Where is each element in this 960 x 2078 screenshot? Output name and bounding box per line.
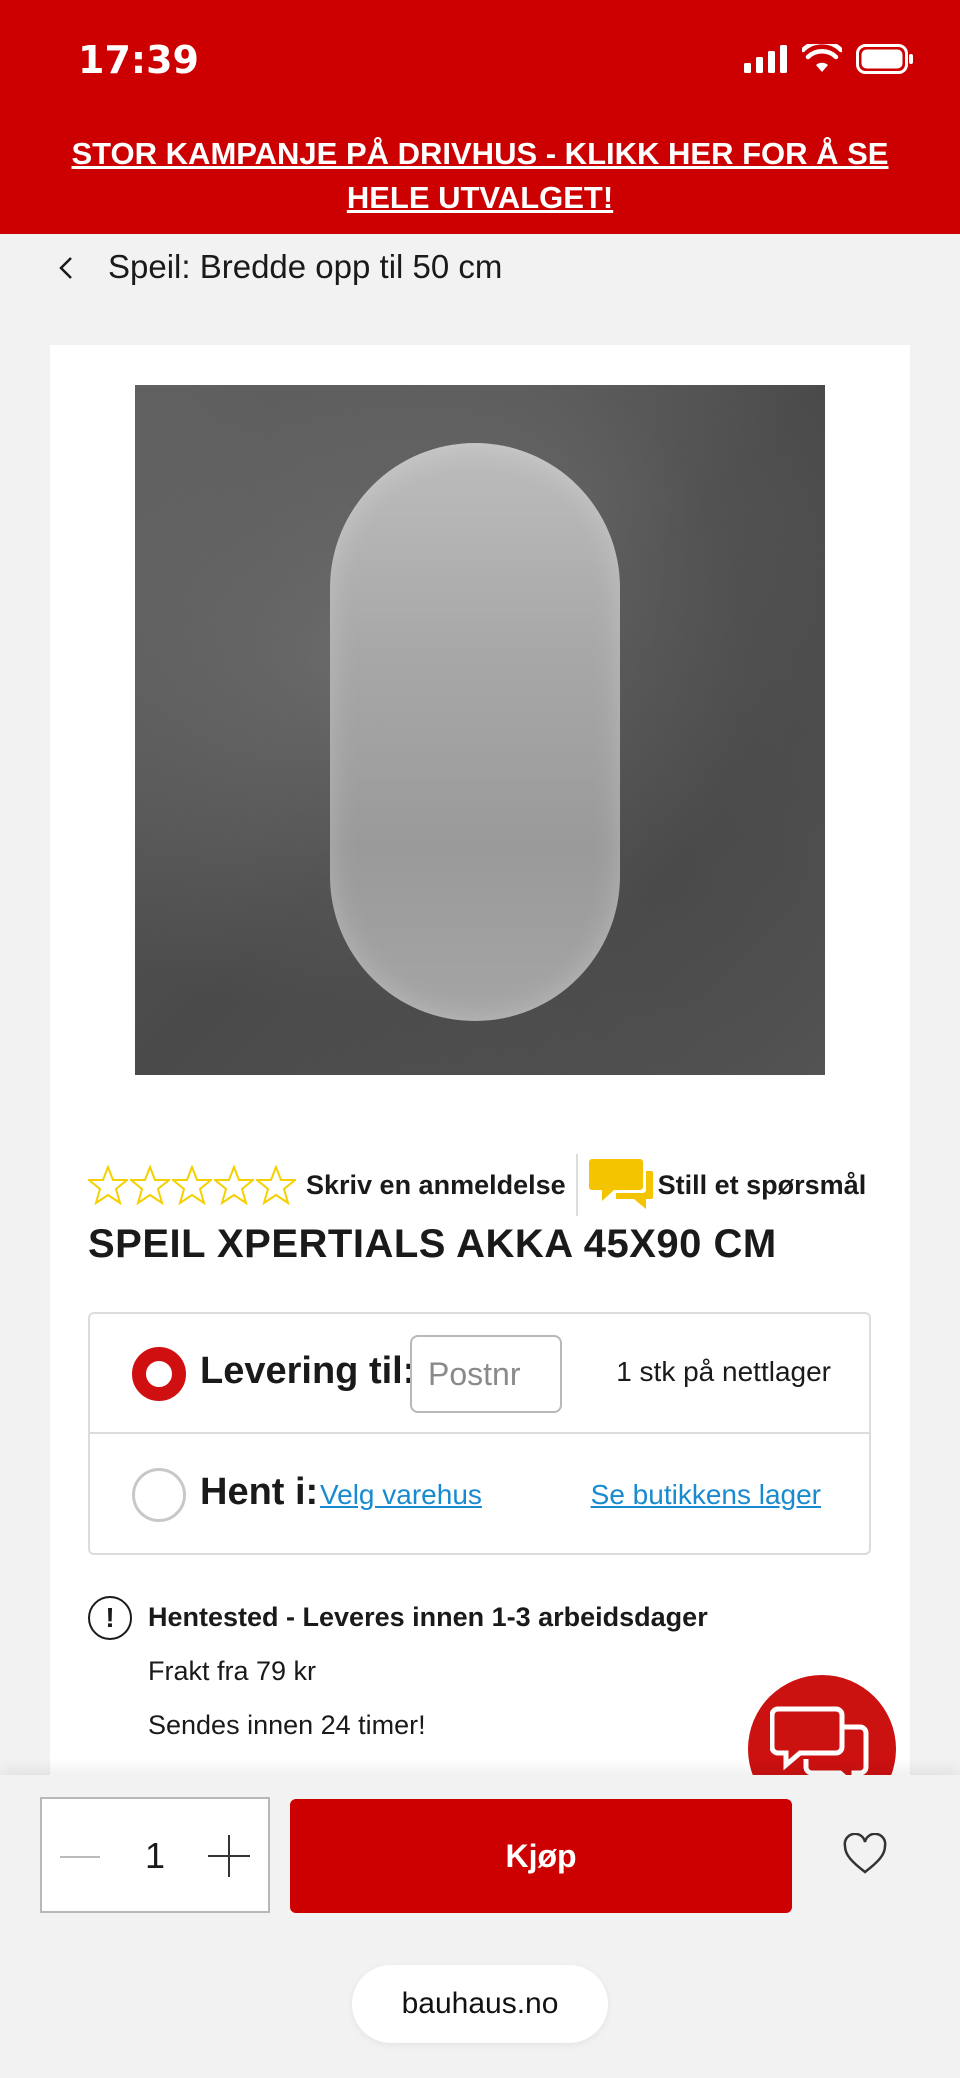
buy-button[interactable]: Kjøp bbox=[290, 1799, 792, 1913]
shipping-cost: Frakt fra 79 kr bbox=[148, 1656, 317, 1686]
star-icon bbox=[88, 1165, 128, 1205]
status-icons bbox=[744, 44, 914, 74]
delivery-option-shipping[interactable]: Levering til: 1 stk på nettlager bbox=[90, 1314, 869, 1434]
plus-icon[interactable] bbox=[208, 1835, 250, 1877]
promo-banner-link[interactable]: STOR KAMPANJE PÅ DRIVHUS - KLIKK HER FOR… bbox=[40, 132, 920, 220]
chat-bubbles-icon[interactable] bbox=[588, 1157, 654, 1213]
write-review-link[interactable]: Skriv en anmeldelse bbox=[306, 1170, 566, 1201]
shipping-label: Levering til: bbox=[200, 1350, 416, 1392]
delivery-option-pickup[interactable]: Hent i: Velg varehus Se butikkens lager bbox=[90, 1435, 869, 1555]
delivery-options: Levering til: 1 stk på nettlager Hent i:… bbox=[88, 1312, 871, 1555]
choose-store-link[interactable]: Velg varehus bbox=[320, 1479, 482, 1511]
wifi-icon bbox=[802, 44, 842, 72]
star-icon bbox=[256, 1165, 296, 1205]
product-title: SPEIL XPERTIALS AKKA 45X90 CM bbox=[88, 1222, 777, 1266]
info-title: Hentested - Leveres innen 1-3 arbeidsdag… bbox=[148, 1602, 708, 1632]
divider bbox=[575, 1154, 578, 1216]
star-icon bbox=[172, 1165, 212, 1205]
mirror-shape bbox=[330, 443, 620, 1021]
breadcrumb-label[interactable]: Speil: Bredde opp til 50 cm bbox=[108, 248, 502, 286]
browser-url-pill[interactable]: bauhaus.no bbox=[352, 1965, 608, 2043]
store-stock-link[interactable]: Se butikkens lager bbox=[591, 1479, 821, 1511]
chevron-left-icon[interactable] bbox=[48, 250, 84, 286]
promo-banner[interactable]: STOR KAMPANJE PÅ DRIVHUS - KLIKK HER FOR… bbox=[0, 118, 960, 234]
signal-icon bbox=[744, 45, 787, 73]
rating-stars[interactable] bbox=[88, 1165, 296, 1205]
breadcrumb[interactable]: Speil: Bredde opp til 50 cm bbox=[0, 234, 960, 302]
pickup-label: Hent i: bbox=[200, 1471, 319, 1513]
postnr-input[interactable] bbox=[410, 1335, 562, 1413]
online-stock-text: 1 stk på nettlager bbox=[616, 1356, 831, 1387]
status-bar: 17:39 bbox=[0, 0, 960, 118]
rating-row: Skriv en anmeldelse Still et spørsmål bbox=[88, 1154, 878, 1216]
exclamation-circle-icon: ! bbox=[88, 1596, 132, 1640]
dispatch-time: Sendes innen 24 timer! bbox=[148, 1710, 426, 1740]
pickup-radio[interactable] bbox=[132, 1468, 186, 1522]
star-icon bbox=[214, 1165, 254, 1205]
product-image[interactable] bbox=[135, 385, 825, 1075]
ask-question-link[interactable]: Still et spørsmål bbox=[658, 1170, 867, 1201]
shipping-radio[interactable] bbox=[132, 1347, 186, 1401]
star-icon bbox=[130, 1165, 170, 1205]
status-time: 17:39 bbox=[78, 38, 199, 82]
browser-url[interactable]: bauhaus.no bbox=[402, 1987, 559, 2021]
quantity-stepper[interactable]: 1 bbox=[40, 1797, 270, 1913]
heart-icon[interactable] bbox=[842, 1833, 888, 1875]
battery-icon bbox=[856, 44, 913, 74]
